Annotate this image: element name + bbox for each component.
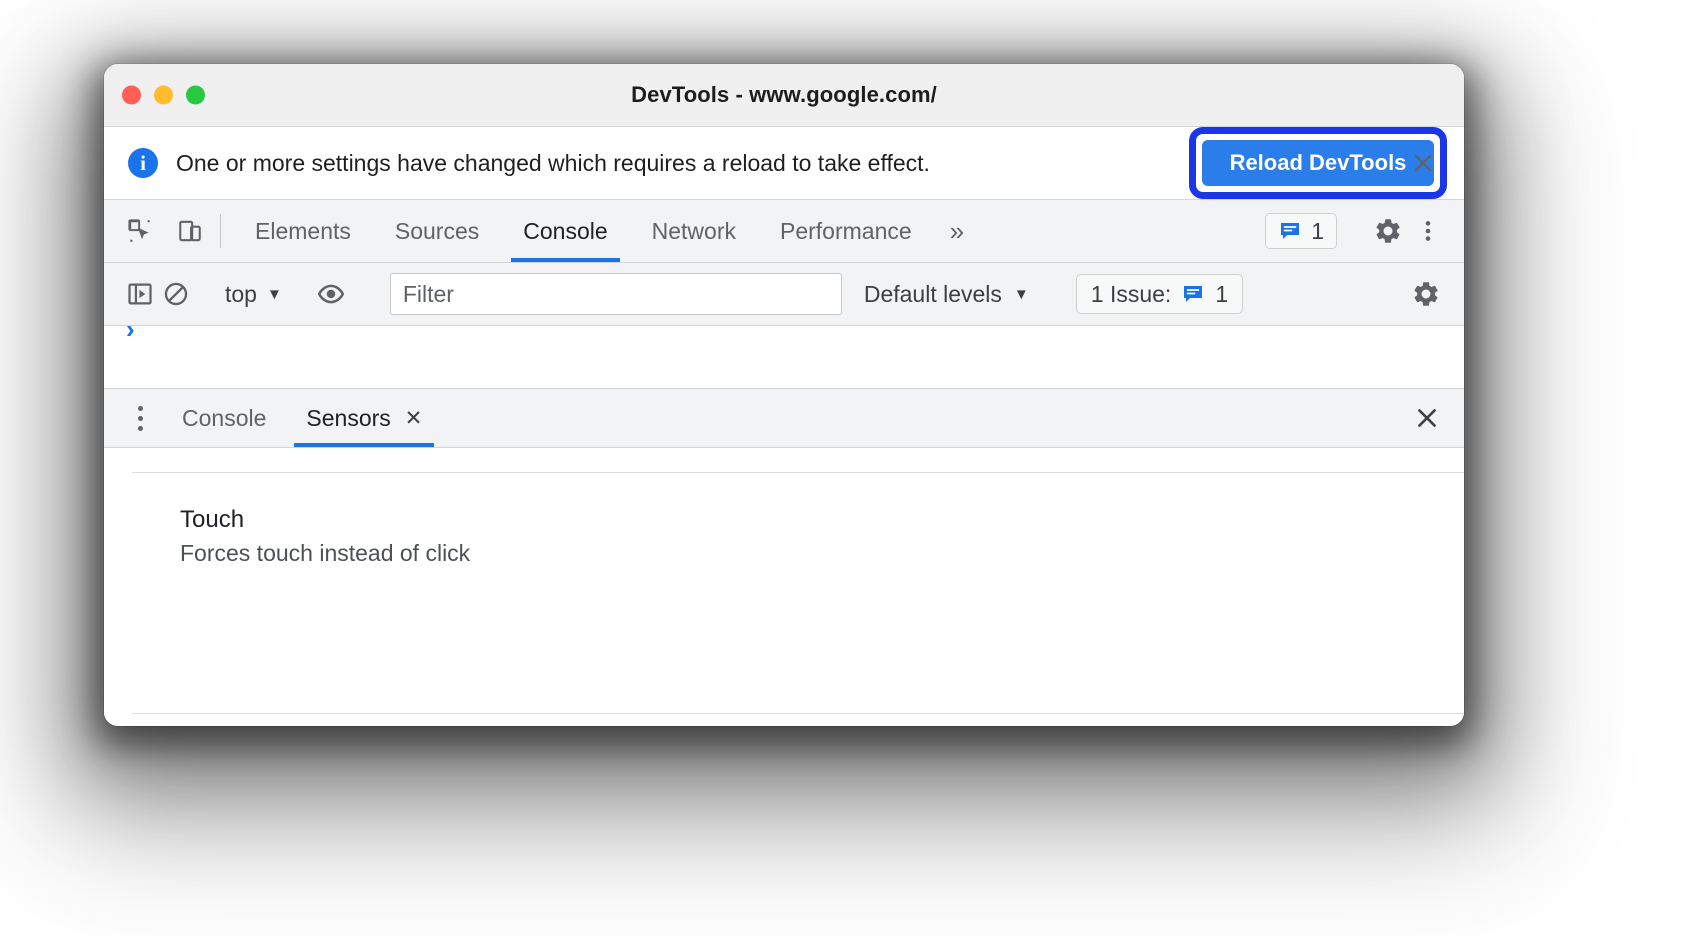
gear-icon[interactable] xyxy=(1408,276,1444,312)
drawer-tab-console-label: Console xyxy=(182,404,267,431)
issues-label: 1 Issue: xyxy=(1090,280,1172,307)
settings-changed-infobar: i One or more settings have changed whic… xyxy=(104,127,1464,200)
window-titlebar: DevTools - www.google.com/ xyxy=(104,64,1464,127)
main-tabs: Elements Sources Console Network Perform… xyxy=(233,200,980,262)
issues-bubble-icon xyxy=(1278,219,1302,243)
drawer-tab-console[interactable]: Console xyxy=(162,389,286,447)
tab-network[interactable]: Network xyxy=(630,200,758,262)
execution-context-selector[interactable]: top ▼ xyxy=(219,281,288,308)
drawer-tab-sensors-label: Sensors xyxy=(306,404,391,431)
devtools-main-tabbar: Elements Sources Console Network Perform… xyxy=(104,200,1464,263)
close-icon[interactable] xyxy=(1408,148,1438,178)
touch-section: Touch Forces touch instead of click xyxy=(180,506,780,577)
close-window-button[interactable] xyxy=(122,85,141,105)
sensors-divider-bottom xyxy=(132,713,1464,714)
console-sidebar-icon[interactable] xyxy=(122,276,158,312)
touch-title: Touch xyxy=(180,506,245,533)
minimize-window-button[interactable] xyxy=(154,85,173,105)
chevron-down-icon: ▼ xyxy=(266,285,282,303)
console-issues-count: 1 xyxy=(1215,280,1229,307)
reload-devtools-button[interactable]: Reload DevTools xyxy=(1202,140,1434,186)
maximize-window-button[interactable] xyxy=(186,85,205,105)
window-title: DevTools - www.google.com/ xyxy=(631,82,937,107)
log-levels-label: Default levels xyxy=(863,280,1002,307)
log-levels-selector[interactable]: Default levels ▼ xyxy=(864,281,1029,308)
issues-count: 1 xyxy=(1311,217,1324,244)
traffic-lights xyxy=(122,85,205,105)
console-issues-button[interactable]: 1 Issue: 1 xyxy=(1075,274,1244,314)
sensors-panel: Touch Forces touch instead of click Forc… xyxy=(104,448,1464,726)
tabbar-divider xyxy=(220,214,221,248)
kebab-menu-icon[interactable] xyxy=(118,389,162,447)
inspect-cursor-icon[interactable] xyxy=(122,213,158,249)
console-prompt-icon: › xyxy=(126,326,135,344)
tab-console[interactable]: Console xyxy=(501,200,629,262)
more-tabs-icon[interactable]: » xyxy=(934,200,980,262)
console-toolbar: top ▼ Default levels ▼ 1 Issue: xyxy=(104,263,1464,326)
tab-performance[interactable]: Performance xyxy=(758,200,934,262)
tab-sources[interactable]: Sources xyxy=(373,200,501,262)
close-icon[interactable]: ✕ xyxy=(405,408,423,429)
execution-context-label: top xyxy=(225,280,257,307)
info-icon: i xyxy=(128,148,158,178)
issues-bubble-icon xyxy=(1181,282,1205,306)
console-toolbar-right xyxy=(1383,276,1464,312)
issues-counter-button[interactable]: 1 xyxy=(1265,213,1337,249)
sensors-divider-top xyxy=(132,472,1464,473)
devtools-window: DevTools - www.google.com/ i One or more… xyxy=(104,64,1464,726)
console-output-area[interactable]: › xyxy=(104,326,1464,389)
device-toolbar-icon[interactable] xyxy=(172,213,208,249)
tabbar-right-actions: 1 xyxy=(1265,200,1464,262)
screenshot-stage: DevTools - www.google.com/ i One or more… xyxy=(0,0,1698,936)
chevron-down-icon: ▼ xyxy=(1013,285,1029,303)
live-expression-icon[interactable] xyxy=(313,276,349,312)
tab-elements[interactable]: Elements xyxy=(233,200,373,262)
kebab-menu-icon[interactable] xyxy=(1410,213,1446,249)
close-drawer-button[interactable] xyxy=(1414,389,1464,447)
clear-console-icon[interactable] xyxy=(158,276,194,312)
infobar-message: One or more settings have changed which … xyxy=(176,149,930,176)
filter-input[interactable] xyxy=(389,273,842,315)
tabbar-tools xyxy=(104,200,208,262)
drawer-tabbar: Console Sensors ✕ xyxy=(104,389,1464,448)
drawer-tab-sensors[interactable]: Sensors ✕ xyxy=(286,389,442,447)
gear-icon[interactable] xyxy=(1370,213,1406,249)
touch-description: Forces touch instead of click xyxy=(180,540,471,566)
